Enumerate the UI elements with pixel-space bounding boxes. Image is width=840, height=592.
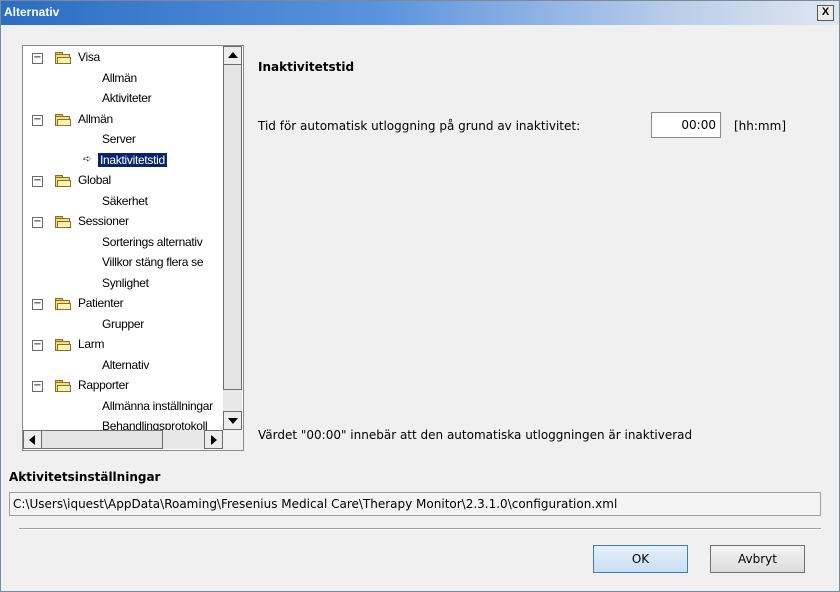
- tree-item-label: Allmänna inställningar: [102, 398, 213, 413]
- folder-open-icon: [55, 113, 71, 126]
- logout-time-label: Tid för automatisk utloggning på grund a…: [258, 119, 581, 133]
- right-arrow-icon: [211, 435, 217, 445]
- collapse-toggle-icon[interactable]: −: [32, 176, 43, 187]
- hscroll-thumb[interactable]: [41, 430, 163, 449]
- tree-item-label: Alternativ: [102, 357, 150, 372]
- tree-item-label: Allmän: [102, 70, 137, 85]
- scroll-left-button[interactable]: [23, 430, 42, 449]
- tree-item-label: Grupper: [102, 316, 144, 331]
- folder-open-icon: [55, 216, 71, 228]
- separator: [19, 528, 821, 530]
- tree-item[interactable]: Allmän: [102, 71, 137, 85]
- tree-item-label: Global: [78, 173, 111, 187]
- tree-item-label: Inaktivitetstid: [98, 152, 167, 167]
- collapse-toggle-icon[interactable]: −: [32, 299, 43, 310]
- close-button[interactable]: X: [817, 5, 834, 21]
- tree-item[interactable]: Sorterings alternativ: [102, 234, 203, 249]
- tree-item-label: Allmän: [78, 111, 113, 126]
- tree-vertical-scrollbar[interactable]: [223, 46, 242, 430]
- tree-category[interactable]: Visa: [78, 50, 100, 64]
- tree-category[interactable]: Rapporter: [78, 378, 129, 392]
- tree-item-label: Sessioner: [78, 214, 129, 228]
- cancel-button[interactable]: Avbryt: [710, 545, 805, 573]
- collapse-toggle-icon[interactable]: −: [32, 381, 43, 392]
- tree-item[interactable]: Allmänna inställningar: [102, 399, 213, 413]
- tree-category[interactable]: Allmän: [78, 112, 113, 126]
- left-arrow-icon: [29, 435, 35, 445]
- hint-text: Värdet "00:00" innebär att den automatis…: [258, 428, 693, 442]
- folder-open-icon: [55, 175, 71, 187]
- folder-open-icon: [55, 52, 71, 64]
- time-unit-label: [hh:mm]: [734, 119, 786, 133]
- scroll-right-button[interactable]: [204, 430, 223, 449]
- scroll-corner: [223, 430, 243, 450]
- tree-item-label: Rapporter: [78, 378, 129, 392]
- scroll-up-button[interactable]: [223, 46, 242, 65]
- tree-item[interactable]: Säkerhet: [102, 194, 148, 208]
- tree-list: − Visa Allmän Aktiviteter − Allmän Server ➪ Inak…: [23, 46, 223, 430]
- folder-open-icon: [55, 339, 71, 351]
- tree-item[interactable]: Behandlingsprotokoll: [102, 419, 208, 430]
- tree-item[interactable]: Aktiviteter: [102, 91, 152, 105]
- tree-item-label: Sorterings alternativ: [102, 234, 203, 249]
- ok-button[interactable]: OK: [593, 545, 688, 573]
- tree-item[interactable]: Inaktivitetstid: [98, 152, 167, 167]
- collapse-toggle-icon[interactable]: −: [32, 217, 43, 228]
- config-path-field[interactable]: C:\Users\iquest\AppData\Roaming\Freseniu…: [9, 492, 821, 516]
- tree-item-label: Villkor stäng flera se: [102, 255, 204, 269]
- tree-item-label: Patienter: [78, 296, 124, 310]
- settings-section-title: Aktivitetsinställningar: [9, 470, 161, 484]
- tree-horizontal-scrollbar[interactable]: [23, 430, 223, 449]
- tree-category[interactable]: Global: [78, 173, 111, 187]
- tree-item-label: Säkerhet: [102, 193, 148, 208]
- options-tree[interactable]: − Visa Allmän Aktiviteter − Allmän Server ➪ Inak…: [22, 45, 244, 451]
- options-dialog: Alternativ X − Visa Allmän Aktiviteter − Allm…: [0, 0, 840, 592]
- tree-item-label: Larm: [78, 337, 105, 351]
- tree-item[interactable]: Alternativ: [102, 358, 149, 372]
- tree-item-label: Server: [102, 132, 136, 146]
- title-bar[interactable]: Alternativ X: [1, 1, 839, 25]
- folder-open-icon: [55, 380, 71, 392]
- selected-arrow-icon: ➪: [83, 153, 92, 165]
- scroll-down-button[interactable]: [223, 411, 242, 430]
- tree-category[interactable]: Sessioner: [78, 214, 129, 228]
- down-arrow-icon: [228, 418, 238, 424]
- scroll-thumb[interactable]: [223, 64, 242, 390]
- tree-item[interactable]: Server: [102, 132, 136, 146]
- folder-open-icon: [55, 298, 71, 310]
- up-arrow-icon: [228, 52, 238, 58]
- collapse-toggle-icon[interactable]: −: [32, 53, 43, 64]
- collapse-toggle-icon[interactable]: −: [32, 340, 43, 351]
- tree-item-label: Aktiviteter: [102, 91, 152, 105]
- tree-category[interactable]: Larm: [78, 337, 104, 351]
- window-title: Alternativ: [4, 5, 60, 19]
- panel-title: Inaktivitetstid: [258, 60, 355, 74]
- tree-item[interactable]: Grupper: [102, 317, 144, 331]
- tree-item-label: Visa: [78, 50, 100, 64]
- tree-item[interactable]: Synlighet: [102, 276, 149, 290]
- tree-category[interactable]: Patienter: [78, 296, 124, 310]
- tree-item-label: Synlighet: [102, 275, 149, 290]
- tree-item-label: Behandlingsprotokoll: [102, 419, 208, 430]
- logout-time-input[interactable]: [651, 112, 721, 138]
- collapse-toggle-icon[interactable]: −: [32, 114, 43, 126]
- tree-item[interactable]: Villkor stäng flera se: [102, 255, 204, 269]
